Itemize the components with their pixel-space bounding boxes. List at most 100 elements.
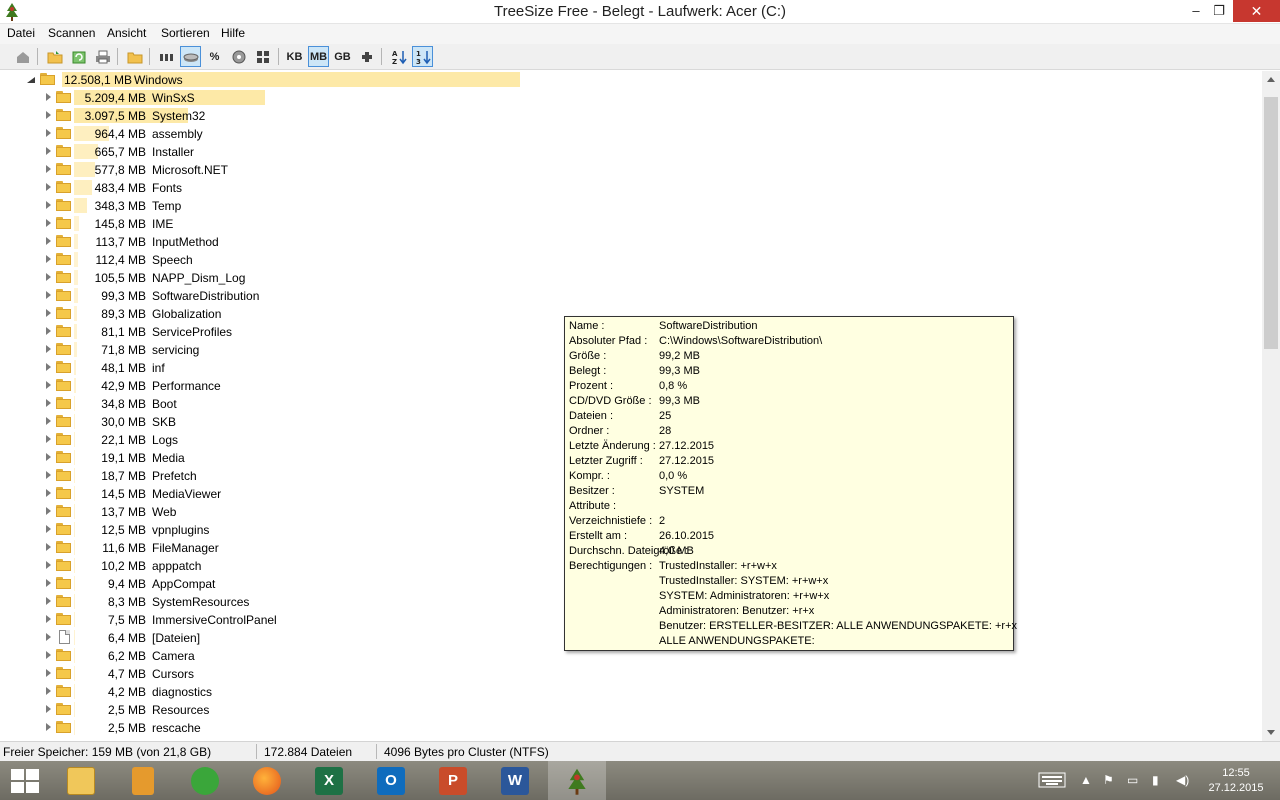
item-size: 99,3 MB (101, 289, 146, 303)
expand-icon[interactable] (46, 435, 51, 443)
system-clock[interactable]: 12:55 27.12.2015 (1206, 766, 1266, 796)
disk-space-icon[interactable] (228, 46, 249, 67)
expand-icon[interactable] (46, 183, 51, 191)
tree-row[interactable]: 2,5 MB rescache (0, 719, 1262, 737)
network-icon[interactable]: ▮ (1152, 773, 1159, 787)
expand-icon[interactable] (46, 597, 51, 605)
expand-icon[interactable] (46, 687, 51, 695)
expand-icon[interactable] (46, 93, 51, 101)
expand-icon[interactable] (46, 255, 51, 263)
expand-icon[interactable] (46, 417, 51, 425)
expand-icon[interactable] (46, 381, 51, 389)
expand-icon[interactable] (46, 507, 51, 515)
expand-icon[interactable] (46, 471, 51, 479)
expand-icon[interactable] (46, 453, 51, 461)
scroll-thumb[interactable] (1264, 97, 1278, 349)
expand-icon[interactable] (46, 705, 51, 713)
open-folder-icon[interactable] (44, 46, 65, 67)
print-icon[interactable] (92, 46, 113, 67)
keyboard-icon[interactable] (1038, 772, 1066, 791)
tree-row[interactable]: 99,3 MB SoftwareDistribution (0, 287, 1262, 305)
tree-row[interactable]: 145,8 MB IME (0, 215, 1262, 233)
folder-browse-icon[interactable] (124, 46, 145, 67)
expand-icon[interactable] (46, 489, 51, 497)
scroll-up-arrow-icon[interactable] (1262, 71, 1280, 88)
menu-hilfe[interactable]: Hilfe (221, 26, 245, 40)
toolbar-separator (117, 48, 118, 65)
expand-icon[interactable] (46, 363, 51, 371)
expand-icon[interactable] (46, 723, 51, 731)
expand-icon[interactable] (46, 669, 51, 677)
windows-start-icon[interactable] (11, 769, 39, 793)
tree-row[interactable]: 112,4 MB Speech (0, 251, 1262, 269)
menu-scannen[interactable]: Scannen (48, 26, 95, 40)
tree-row[interactable]: 2,5 MB Resources (0, 701, 1262, 719)
taskbar-cloud-app[interactable] (176, 761, 234, 800)
action-center-icon[interactable]: ⚑ (1103, 773, 1114, 787)
tree-row[interactable]: 113,7 MB InputMethod (0, 233, 1262, 251)
tree-row[interactable]: 4,2 MB diagnostics (0, 683, 1262, 701)
expand-icon[interactable] (46, 201, 51, 209)
scroll-down-arrow-icon[interactable] (1262, 724, 1280, 741)
expand-icon[interactable] (46, 147, 51, 155)
taskbar-outlook[interactable]: O (362, 761, 420, 800)
sort-alpha-icon[interactable]: AZ (388, 46, 409, 67)
vertical-scrollbar[interactable] (1262, 71, 1280, 741)
home-icon[interactable] (12, 46, 33, 67)
size-view-icon[interactable] (156, 46, 177, 67)
expand-icon[interactable] (46, 309, 51, 317)
taskbar-powerpoint[interactable]: P (424, 761, 482, 800)
sort-size-icon[interactable]: 13 (412, 46, 433, 67)
taskbar-treesize[interactable] (548, 761, 606, 800)
monitor-icon[interactable]: ▭ (1127, 773, 1138, 787)
expand-icon[interactable] (46, 525, 51, 533)
expand-icon[interactable] (46, 111, 51, 119)
unit-kb-button[interactable]: KB (284, 46, 305, 67)
unit-mb-button[interactable]: MB (308, 46, 329, 67)
disk-view-icon[interactable] (180, 46, 201, 67)
tree-row[interactable]: 3.097,5 MB System32 (0, 107, 1262, 125)
maximize-button[interactable]: ❐ (1204, 0, 1234, 22)
expand-icon[interactable] (46, 399, 51, 407)
menu-sortieren[interactable]: Sortieren (161, 26, 210, 40)
unit-gb-button[interactable]: GB (332, 46, 353, 67)
tree-row[interactable]: 577,8 MB Microsoft.NET (0, 161, 1262, 179)
grid-view-icon[interactable] (252, 46, 273, 67)
percent-view-icon[interactable]: % (204, 46, 225, 67)
expand-icon[interactable] (46, 651, 51, 659)
expand-icon[interactable] (46, 615, 51, 623)
expand-icon[interactable] (46, 291, 51, 299)
menu-ansicht[interactable]: Ansicht (107, 26, 146, 40)
tree-root-row[interactable]: 12.508,1 MB Windows (0, 71, 1262, 89)
taskbar-file-explorer[interactable] (52, 761, 110, 800)
auto-unit-icon[interactable] (356, 46, 377, 67)
expand-icon[interactable] (46, 273, 51, 281)
tree-row[interactable]: 105,5 MB NAPP_Dism_Log (0, 269, 1262, 287)
expand-icon[interactable] (46, 543, 51, 551)
tree-row[interactable]: 665,7 MB Installer (0, 143, 1262, 161)
taskbar-firefox[interactable] (238, 761, 296, 800)
expand-icon[interactable] (46, 237, 51, 245)
menu-datei[interactable]: Datei (7, 26, 35, 40)
expand-icon[interactable] (46, 561, 51, 569)
tree-row[interactable]: 964,4 MB assembly (0, 125, 1262, 143)
close-button[interactable]: ✕ (1233, 0, 1280, 22)
taskbar-excel[interactable]: X (300, 761, 358, 800)
show-hidden-icons-icon[interactable]: ▲ (1080, 773, 1092, 787)
expand-icon[interactable] (46, 345, 51, 353)
expand-icon[interactable] (46, 633, 51, 641)
expand-icon[interactable] (46, 219, 51, 227)
tree-row[interactable]: 4,7 MB Cursors (0, 665, 1262, 683)
taskbar-word[interactable]: W (486, 761, 544, 800)
taskbar-notes[interactable] (114, 761, 172, 800)
tree-row[interactable]: 483,4 MB Fonts (0, 179, 1262, 197)
expand-icon[interactable] (46, 327, 51, 335)
expand-icon[interactable] (46, 579, 51, 587)
tree-row[interactable]: 5.209,4 MB WinSxS (0, 89, 1262, 107)
tree-row[interactable]: 348,3 MB Temp (0, 197, 1262, 215)
expand-icon[interactable] (46, 165, 51, 173)
collapse-icon[interactable] (27, 77, 35, 83)
refresh-icon[interactable] (68, 46, 89, 67)
expand-icon[interactable] (46, 129, 51, 137)
volume-icon[interactable]: ◀) (1176, 773, 1189, 787)
